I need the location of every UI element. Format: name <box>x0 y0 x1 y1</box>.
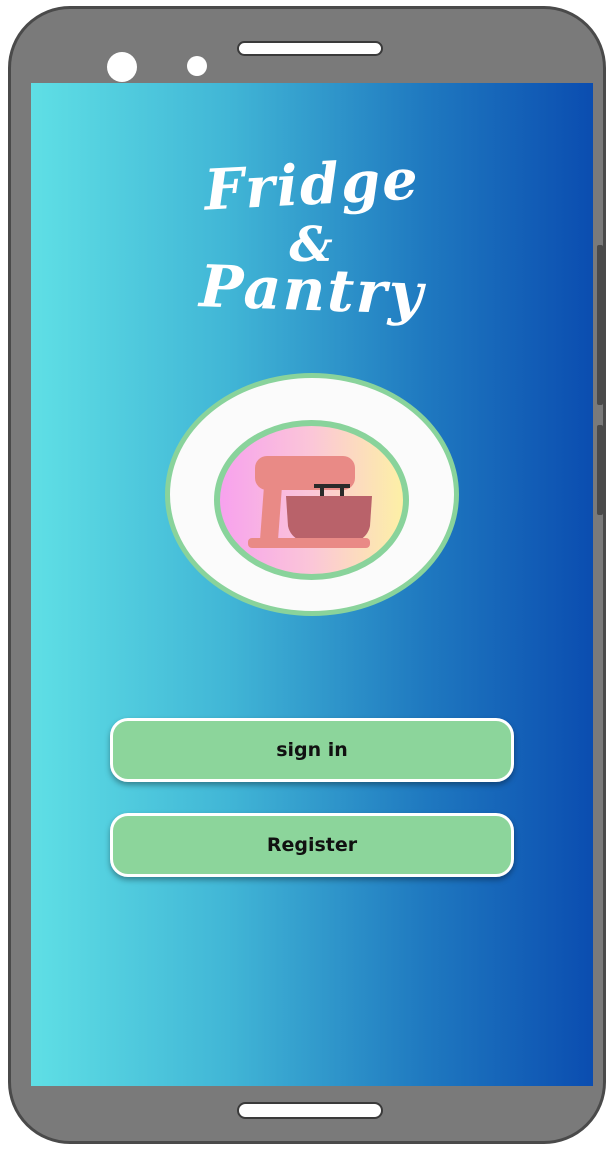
app-title-line-1: Fridge <box>202 146 422 224</box>
logo-badge <box>214 420 409 580</box>
sensor-icon <box>187 56 207 76</box>
app-screen: Fridge & Pantry sign in Register <box>31 83 593 1086</box>
volume-button <box>597 245 603 405</box>
register-button[interactable]: Register <box>110 813 514 877</box>
home-button[interactable] <box>237 1102 383 1119</box>
power-button <box>597 425 603 515</box>
speaker-grille <box>237 41 383 56</box>
sign-in-button[interactable]: sign in <box>110 718 514 782</box>
stand-mixer-icon <box>248 456 372 548</box>
front-camera-icon <box>107 52 137 82</box>
